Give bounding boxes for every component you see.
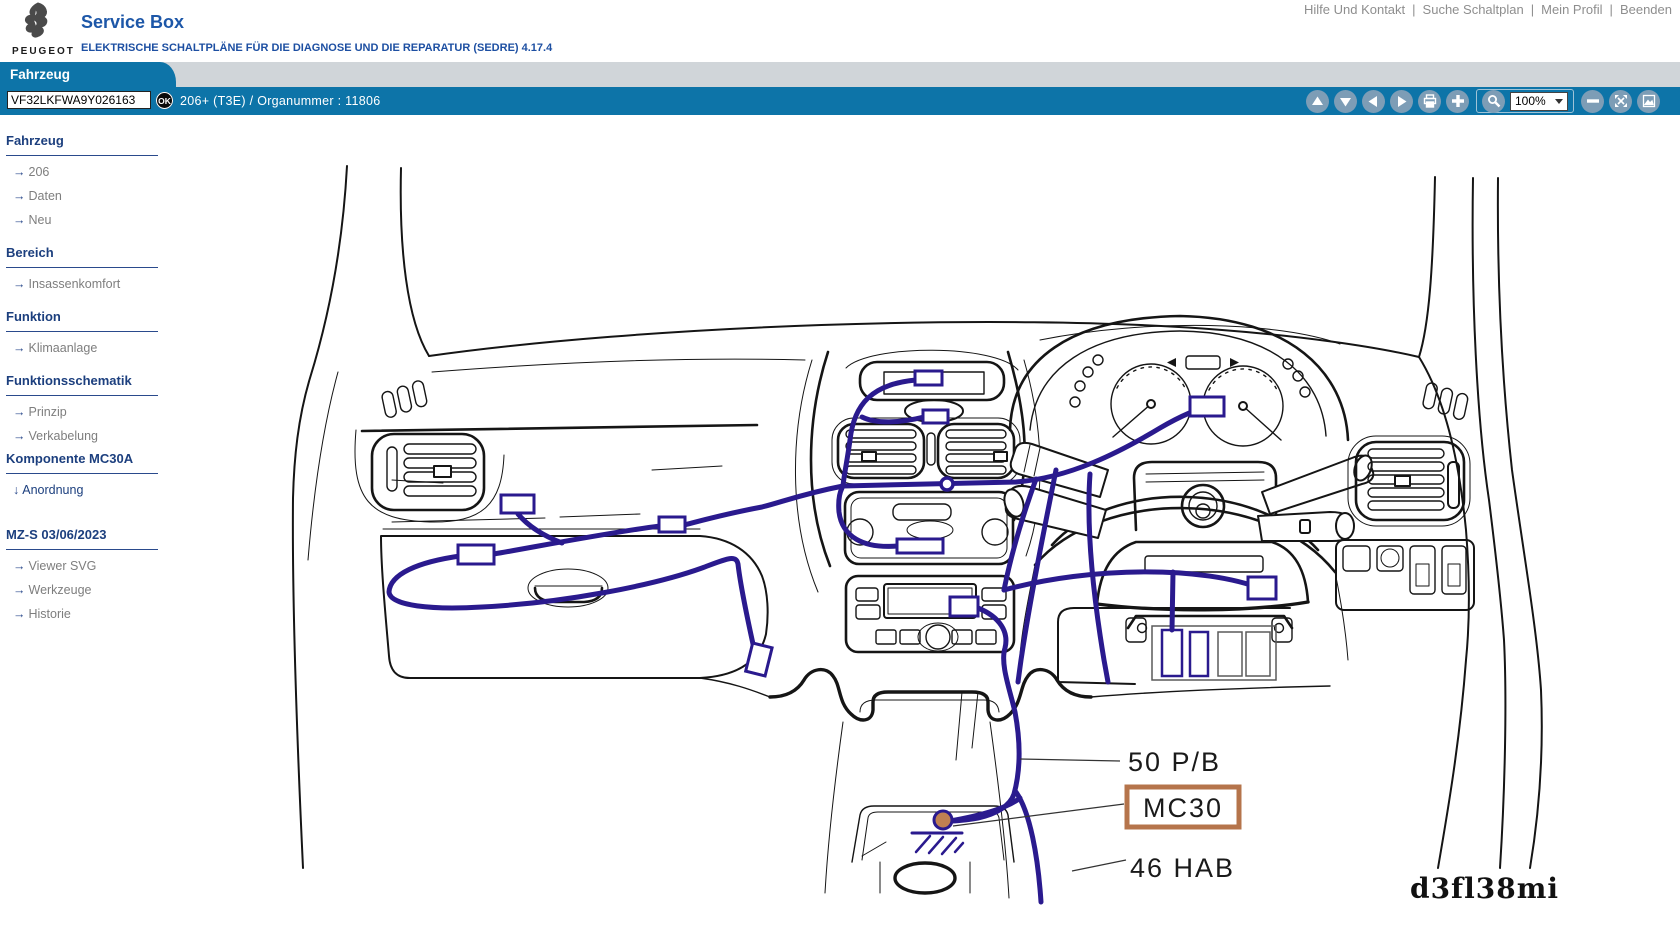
wire-label-46-hab: 46 HAB: [1130, 853, 1235, 883]
connector-oval[interactable]: [923, 410, 948, 423]
connector-heater[interactable]: [897, 539, 943, 553]
glovebox: [381, 529, 768, 678]
connector-left[interactable]: [458, 545, 494, 564]
leader-line-50pb: [1020, 759, 1120, 761]
connector-tilted[interactable]: [746, 643, 772, 676]
instrument-cluster: [1010, 316, 1348, 446]
service-box-window: PEUGEOT Service Box ELEKTRISCHE SCHALTPL…: [0, 0, 1680, 925]
wiring-location-diagram: 50 P/B MC30 46 HAB d3fl38mi: [0, 0, 1680, 925]
fuse-slot-1[interactable]: [1162, 630, 1182, 676]
fuse-relay-box: [1058, 608, 1292, 684]
component-mc30-label: MC30: [1143, 793, 1223, 823]
fuse-slot-2[interactable]: [1190, 632, 1208, 676]
ground-symbol: [912, 811, 963, 854]
left-air-vent: [355, 430, 504, 522]
ground-point[interactable]: [934, 811, 952, 829]
wire-label-50-pb: 50 P/B: [1128, 747, 1221, 777]
center-air-vents: [832, 418, 1020, 484]
connector-left-upper[interactable]: [501, 495, 534, 513]
switch-panel: [1336, 540, 1474, 610]
connector-display[interactable]: [915, 371, 942, 385]
connector-radio[interactable]: [950, 597, 978, 616]
connector-cluster[interactable]: [1190, 397, 1224, 416]
leader-line-46hab: [1072, 860, 1126, 871]
diagram-labels: 50 P/B MC30 46 HAB d3fl38mi: [953, 747, 1559, 905]
connector-mid[interactable]: [659, 517, 685, 532]
drawing-code: d3fl38mi: [1410, 872, 1559, 905]
harness-junction: [941, 478, 953, 490]
dashboard-line-art: [293, 166, 1542, 898]
connector-right[interactable]: [1248, 577, 1276, 599]
